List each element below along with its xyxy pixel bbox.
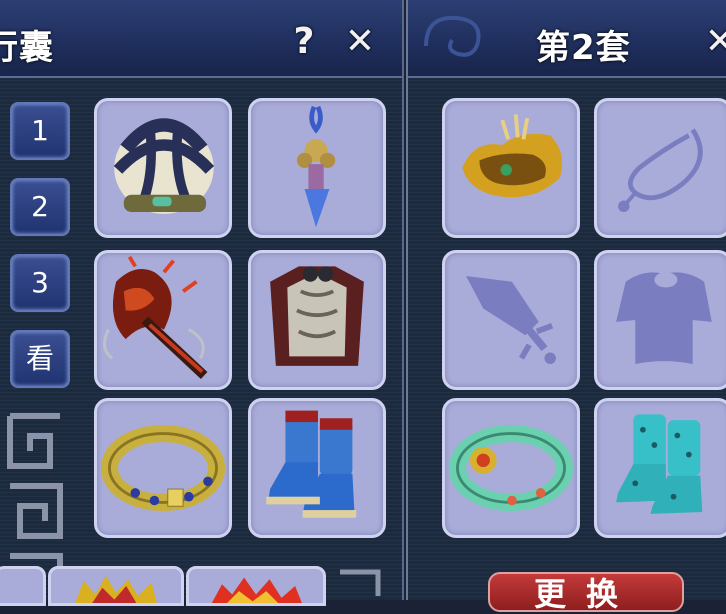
slot-set-weapon[interactable] xyxy=(442,250,580,390)
gold-belt-icon xyxy=(100,424,226,512)
cloud-swirl-icon xyxy=(424,15,481,57)
striped-helmet-icon xyxy=(113,118,215,214)
empty-weapon-slot-icon xyxy=(466,276,556,364)
change-set-button[interactable]: 更换 xyxy=(488,572,684,613)
slot-helmet[interactable] xyxy=(94,98,232,238)
fret-ornament-small-icon xyxy=(340,569,381,596)
set-title-bar[interactable]: 第2套 ✕ xyxy=(408,0,726,78)
slot-armor[interactable] xyxy=(248,250,386,390)
empty-armor-slot-icon xyxy=(616,272,712,364)
slot-set-boots[interactable] xyxy=(594,398,726,538)
inventory-title: 行囊 xyxy=(0,28,54,68)
slot-partial-2[interactable] xyxy=(48,566,184,606)
slot-belt[interactable] xyxy=(94,398,232,538)
fire-item-icon xyxy=(211,577,302,603)
tab-view[interactable]: 看 xyxy=(10,330,70,388)
slot-set-necklace[interactable] xyxy=(594,98,726,238)
slot-set-belt[interactable] xyxy=(442,398,580,538)
tab-2[interactable]: 2 xyxy=(10,178,70,236)
inventory-title-bar[interactable]: 行囊 ? ✕ xyxy=(0,0,402,78)
slot-pendant[interactable] xyxy=(248,98,386,238)
set-title: 第2套 xyxy=(536,28,631,68)
blue-pendant-icon xyxy=(296,105,336,228)
inventory-panel: 行囊 ? ✕ 1 2 3 看 xyxy=(0,0,404,606)
close-inventory-button[interactable]: ✕ xyxy=(340,22,380,62)
slot-boots[interactable] xyxy=(248,398,386,538)
jade-belt-icon xyxy=(448,424,574,512)
slot-partial-1[interactable] xyxy=(0,566,46,606)
bone-armor-icon xyxy=(270,266,364,366)
close-set-button[interactable]: ✕ xyxy=(700,22,726,62)
blue-boots-icon xyxy=(266,410,357,518)
slot-weapon[interactable] xyxy=(94,250,232,390)
slot-partial-3[interactable] xyxy=(186,566,326,606)
slot-set-armor[interactable] xyxy=(594,250,726,390)
flame-item-icon xyxy=(75,575,157,603)
tab-1[interactable]: 1 xyxy=(10,102,70,160)
teal-boots-icon xyxy=(616,414,703,514)
flame-axe-icon xyxy=(103,255,208,379)
equipment-set-panel: 第2套 ✕ 更换 xyxy=(406,0,726,613)
help-button[interactable]: ? xyxy=(284,22,324,62)
tab-3[interactable]: 3 xyxy=(10,254,70,312)
slot-set-helmet[interactable] xyxy=(442,98,580,238)
gold-crown-icon xyxy=(462,114,563,198)
empty-necklace-slot-icon xyxy=(618,128,703,212)
